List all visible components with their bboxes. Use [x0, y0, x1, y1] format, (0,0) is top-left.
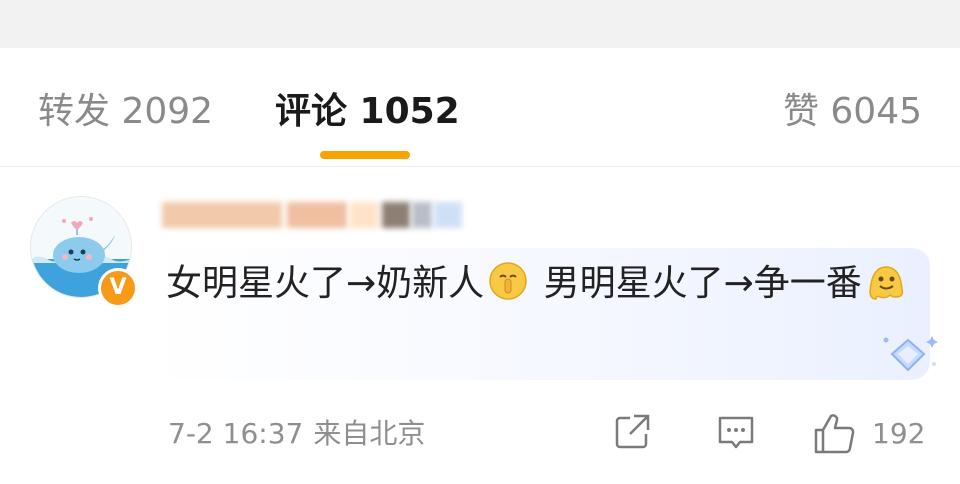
melting-face-emoji-icon — [869, 266, 903, 300]
share-button[interactable] — [612, 412, 652, 456]
tab-repost[interactable]: 转发 2092 — [38, 88, 213, 136]
comment-text-part1: 女明星火了→奶新人 — [166, 263, 485, 304]
like-button[interactable] — [812, 412, 856, 456]
verified-badge: V — [98, 268, 138, 308]
comment-meta: 7-2 16:37 来自北京 — [168, 416, 425, 452]
tab-divider — [0, 166, 960, 167]
comment-spacer — [532, 263, 543, 304]
top-spacer-band — [0, 0, 960, 48]
share-icon — [615, 414, 650, 449]
comment-icon — [718, 416, 754, 449]
tab-bar: 转发 2092 评论 1052 赞 6045 — [0, 48, 960, 166]
active-tab-indicator — [320, 151, 410, 159]
thumbs-up-icon — [814, 414, 855, 454]
comment-time: 7-2 16:37 — [168, 417, 304, 450]
tab-likes[interactable]: 赞 6045 — [783, 88, 922, 136]
tab-comments[interactable]: 评论 1052 — [275, 88, 460, 136]
comment-text-part2: 男明星火了→争一番 — [543, 263, 862, 304]
shushing-face-emoji-icon — [489, 262, 527, 300]
like-count: 192 — [872, 417, 926, 450]
diamond-decoration-icon — [883, 336, 938, 372]
username-redacted[interactable] — [162, 194, 462, 236]
comment-location: 来自北京 — [313, 417, 426, 450]
reply-button[interactable] — [716, 412, 756, 456]
comment-text: 女明星火了→奶新人 男明星火了→争一番 — [166, 258, 926, 310]
